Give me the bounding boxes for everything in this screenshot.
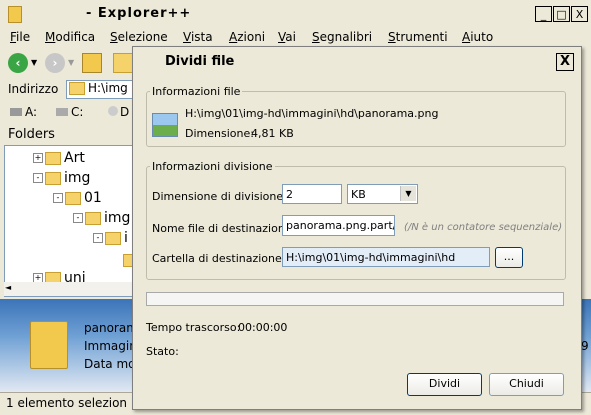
scroll-left-icon[interactable]: ◄ (5, 283, 11, 292)
close-dialog-button[interactable]: Chiudi (489, 373, 564, 396)
dialog-title: Dividi file (165, 54, 235, 69)
forward-dropdown-icon[interactable]: ▼ (68, 58, 74, 67)
tree-item[interactable]: - img (33, 170, 90, 186)
elapsed-label: Tempo trascorso: (146, 321, 241, 334)
image-file-icon (152, 113, 178, 137)
chevron-down-icon[interactable]: ▼ (400, 186, 416, 201)
folder-tree[interactable]: + Art - img -01 - img -i + uni (4, 145, 136, 297)
file-path: H:\img\01\img-hd\immagini\hd\panorama.pn… (185, 107, 439, 120)
back-icon[interactable]: ‹ (8, 53, 28, 73)
large-folder-icon (30, 321, 68, 369)
drive-c[interactable]: C: (56, 105, 83, 119)
folder-icon (105, 231, 121, 245)
tree-item[interactable]: -i (93, 230, 128, 246)
menu-selezione[interactable]: Selezione (110, 30, 168, 44)
dest-name-label: Nome file di destinazione: (152, 222, 296, 235)
address-input[interactable]: H:\img (66, 80, 136, 99)
file-info-legend: Informazioni file (152, 85, 241, 98)
tree-item[interactable]: - img (73, 210, 130, 226)
up-folder-icon[interactable] (82, 53, 102, 73)
folder-icon (85, 211, 101, 225)
menu-file[interactable]: File (10, 30, 30, 44)
tree-item[interactable]: + Art (33, 150, 85, 166)
dialog-title-bar: Dividi file X (133, 47, 581, 75)
close-button[interactable]: X (571, 6, 588, 22)
folder-icon (65, 191, 81, 205)
info-fragment: 9 (581, 339, 589, 353)
menu-azioni[interactable]: Azioni (229, 30, 265, 44)
hard-drive-icon (56, 108, 68, 116)
info-line-1: panoram (84, 321, 138, 335)
elapsed-value: 00:00:00 (238, 321, 288, 334)
app-icon (8, 6, 22, 23)
drive-a-label: A: (25, 105, 38, 119)
app-title: - Explorer++ (86, 6, 192, 21)
collapse-icon[interactable]: - (53, 193, 63, 203)
menu-vista[interactable]: Vista (183, 30, 213, 44)
folders-header-label: Folders (8, 127, 55, 142)
tree-item[interactable]: - 01 (53, 190, 102, 206)
back-dropdown-icon[interactable]: ▼ (31, 58, 37, 67)
drive-a[interactable]: A: (10, 105, 37, 119)
split-button[interactable]: Dividi (407, 373, 482, 396)
collapse-icon[interactable]: - (33, 173, 43, 183)
dest-folder-label: Cartella di destinazione: (152, 252, 286, 265)
dest-name-hint: (/N è un contatore sequenziale) (404, 222, 563, 233)
tree-item-label: 01 (84, 190, 102, 206)
menu-vai[interactable]: Vai (278, 30, 296, 44)
file-size-label: Dimensione: (185, 127, 254, 140)
folder-icon (45, 171, 61, 185)
tree-horizontal-scrollbar[interactable]: ◄ (4, 282, 134, 296)
split-size-input[interactable]: 2 (282, 184, 342, 204)
dialog-close-button[interactable]: X (556, 53, 574, 71)
dest-folder-input[interactable]: H:\img\01\img-hd\immagini\hd (282, 247, 490, 267)
tree-item-label: img (64, 170, 91, 186)
split-unit-value: KB (351, 188, 366, 201)
status-text: 1 elemento selezion (6, 396, 128, 410)
folders-toggle-icon[interactable] (113, 53, 133, 73)
forward-icon[interactable]: › (45, 53, 65, 73)
menu-strumenti[interactable]: Strumenti (388, 30, 448, 44)
folder-icon (45, 151, 61, 165)
maximize-button[interactable]: □ (553, 6, 570, 22)
split-unit-select[interactable]: KB ▼ (347, 184, 418, 204)
info-line-3: Data mo (84, 357, 136, 371)
folders-header: Folders (0, 124, 150, 144)
info-line-2: Immagin (84, 339, 137, 353)
folder-icon (69, 82, 85, 95)
collapse-icon[interactable]: - (93, 233, 103, 243)
drive-d-label: D (120, 105, 130, 119)
file-size-value: 4,81 KB (251, 127, 294, 140)
menu-aiuto[interactable]: Aiuto (462, 30, 493, 44)
floppy-icon (10, 108, 22, 116)
menu-bar: File Modifica Selezione Vista Azioni Vai… (0, 27, 591, 47)
cd-drive-icon (108, 106, 118, 116)
split-size-label: Dimensione di divisione: (152, 190, 287, 203)
split-info-legend: Informazioni divisione (152, 160, 273, 173)
expand-icon[interactable]: + (33, 153, 43, 163)
state-label: Stato: (146, 345, 179, 358)
collapse-icon[interactable]: - (73, 213, 83, 223)
split-progress-bar (146, 292, 564, 306)
minimize-button[interactable]: _ (535, 6, 552, 22)
dest-name-input[interactable]: panorama.png.part/% (282, 215, 395, 236)
split-file-dialog: Dividi file X Informazioni file H:\img\0… (132, 46, 582, 410)
tree-item-label: Art (64, 150, 85, 166)
menu-segnalibri[interactable]: Segnalibri (312, 30, 372, 44)
browse-button[interactable]: ... (495, 247, 523, 268)
address-label: Indirizzo (8, 82, 59, 96)
drive-d[interactable]: D (108, 105, 129, 119)
address-value: H:\img (88, 81, 128, 95)
menu-modifica[interactable]: Modifica (45, 30, 95, 44)
drive-c-label: C: (71, 105, 84, 119)
title-bar: - Explorer++ _ □ X (0, 0, 591, 28)
tree-item-label: i (124, 230, 128, 246)
tree-item-label: img (104, 210, 131, 226)
